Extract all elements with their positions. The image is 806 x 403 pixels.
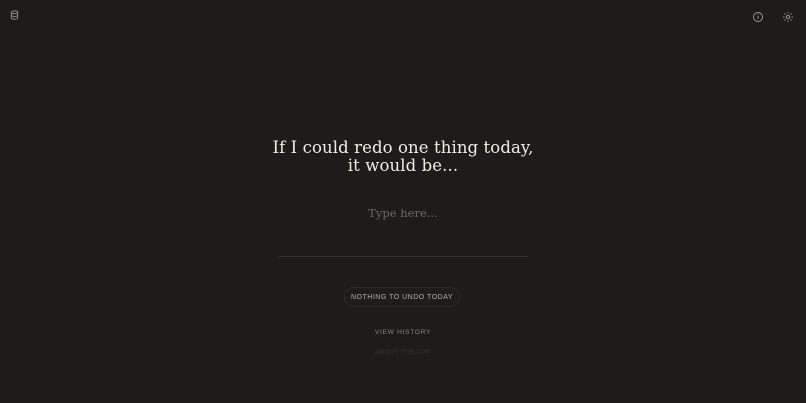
view-history-link[interactable]: VIEW HISTORY [0, 329, 806, 336]
input-underline [278, 256, 528, 257]
header-actions [752, 11, 794, 23]
answer-input[interactable] [278, 208, 528, 262]
prompt-line-1: If I could redo one thing today, [272, 138, 534, 157]
undo-status-button[interactable]: NOTHING TO UNDO TODAY [344, 287, 460, 307]
answer-input-wrapper [278, 204, 528, 262]
info-icon [753, 12, 763, 22]
about-link[interactable]: ABOUT THE APP [0, 350, 806, 356]
prompt-heading: If I could redo one thing today, it woul… [0, 139, 806, 175]
theme-toggle-button[interactable] [782, 11, 794, 23]
prompt-line-2: it would be... [347, 156, 459, 175]
database-icon [10, 10, 19, 20]
sun-icon [783, 12, 793, 22]
info-button[interactable] [752, 11, 764, 23]
